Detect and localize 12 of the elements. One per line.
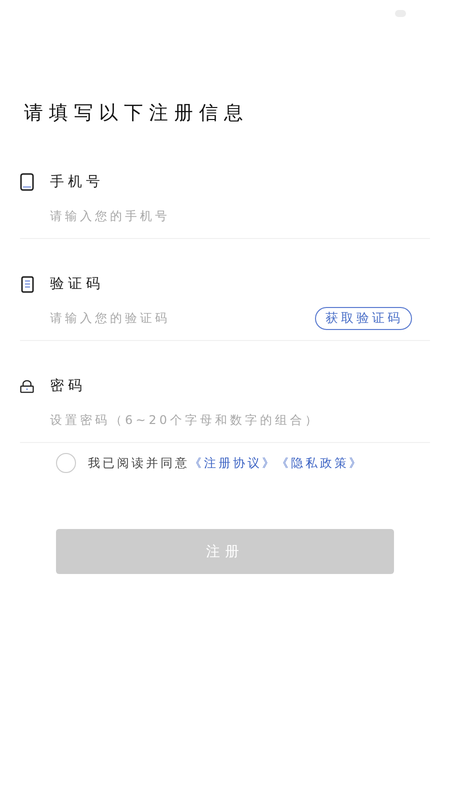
get-code-button[interactable]: 获取验证码 xyxy=(314,306,412,330)
document-icon xyxy=(20,276,34,292)
agreement-checkbox[interactable] xyxy=(56,453,76,473)
field-label: 验证码 xyxy=(50,275,104,293)
phone-icon xyxy=(20,173,34,191)
page-title: 请填写以下注册信息 xyxy=(24,101,249,126)
field-label: 手机号 xyxy=(50,173,104,191)
agreement-text: 我已阅读并同意 xyxy=(88,454,190,472)
lock-icon xyxy=(20,378,34,394)
policy-link[interactable]: 《隐私政策》 xyxy=(276,454,364,472)
policy-link[interactable]: 《注册协议》 xyxy=(190,454,276,472)
field-label: 密码 xyxy=(50,377,86,395)
